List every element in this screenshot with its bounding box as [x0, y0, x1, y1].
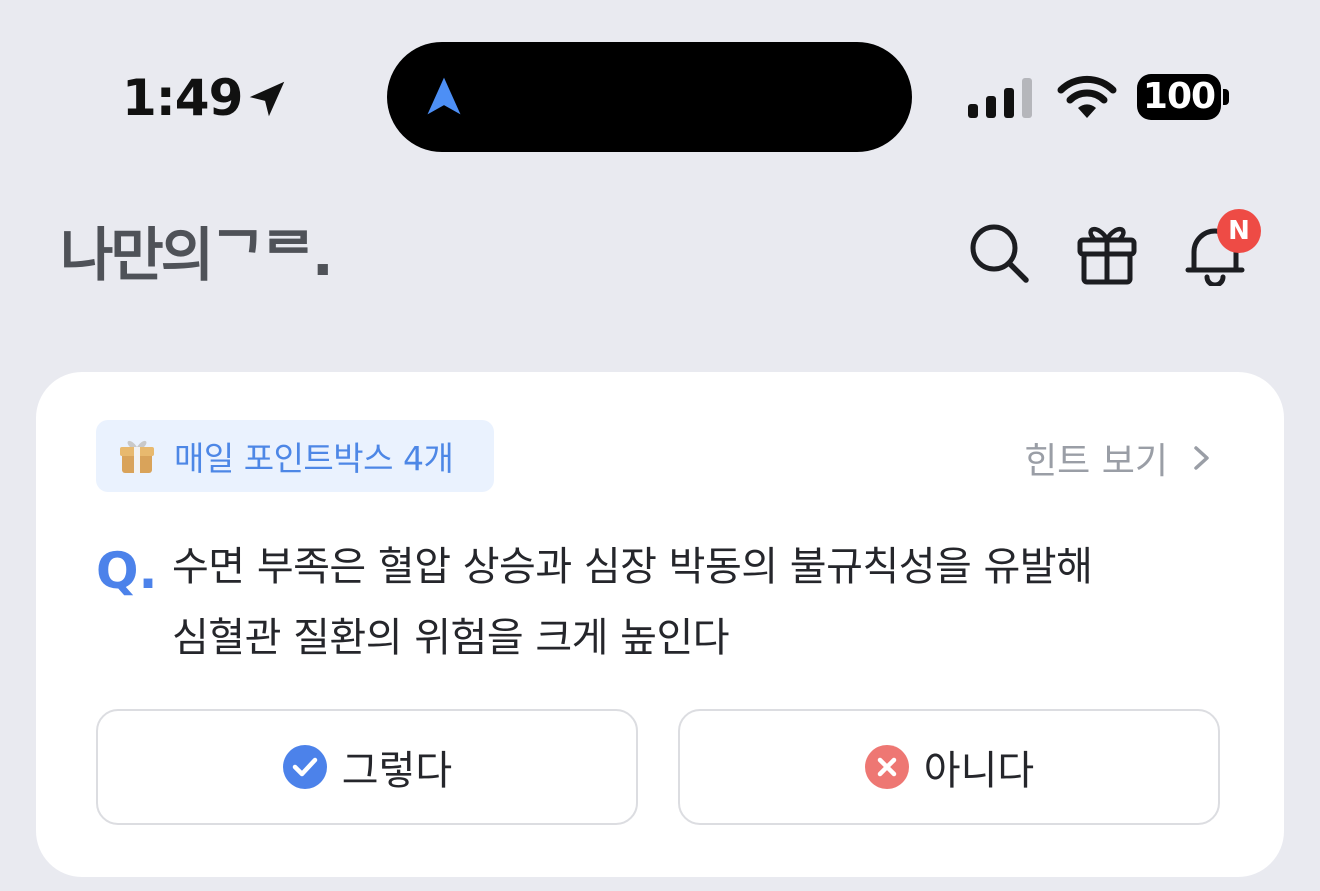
question-marker: Q. [96, 542, 158, 600]
chevron-right-icon [1194, 446, 1209, 470]
battery-tip [1223, 89, 1229, 105]
wifi-icon [1057, 75, 1117, 118]
quiz-card: 매일 포인트박스 4개 힌트 보기 Q. 수면 부족은 혈압 상승과 심장 박동… [36, 372, 1284, 877]
status-bar: 1:49 100 [0, 0, 1320, 170]
no-button-label: 아니다 [923, 748, 1035, 794]
gift-icon[interactable] [1074, 220, 1140, 286]
question-text: 수면 부족은 혈압 상승과 심장 박동의 불규칙성을 유발해 심혈관 질환의 위… [172, 532, 1232, 674]
points-pill-label: 매일 포인트박스 4개 [174, 439, 454, 478]
location-arrow-icon [249, 81, 285, 117]
status-time: 1:49 [122, 69, 243, 127]
hint-link[interactable]: 힌트 보기 [1024, 432, 1214, 484]
yes-button[interactable]: 그렇다 [96, 709, 638, 825]
question-line-2: 심혈관 질환의 위험을 크게 높인다 [172, 615, 730, 661]
x-circle-icon [864, 745, 909, 789]
battery-icon: 100 [1137, 74, 1221, 120]
gift-box-icon [120, 440, 154, 473]
search-icon[interactable] [966, 220, 1032, 286]
navigation-icon [427, 77, 461, 115]
question-line-1: 수면 부족은 혈압 상승과 심장 박동의 불규칙성을 유발해 [172, 544, 1093, 590]
notification-badge: N [1217, 209, 1261, 253]
check-circle-icon [282, 745, 327, 789]
hint-label: 힌트 보기 [1024, 441, 1168, 482]
app-logo[interactable]: 나만의ᄀᄅ. [60, 222, 334, 288]
cellular-signal-icon [968, 78, 1032, 118]
yes-button-label: 그렇다 [341, 748, 453, 794]
points-pill[interactable]: 매일 포인트박스 4개 [96, 420, 494, 492]
no-button[interactable]: 아니다 [678, 709, 1220, 825]
